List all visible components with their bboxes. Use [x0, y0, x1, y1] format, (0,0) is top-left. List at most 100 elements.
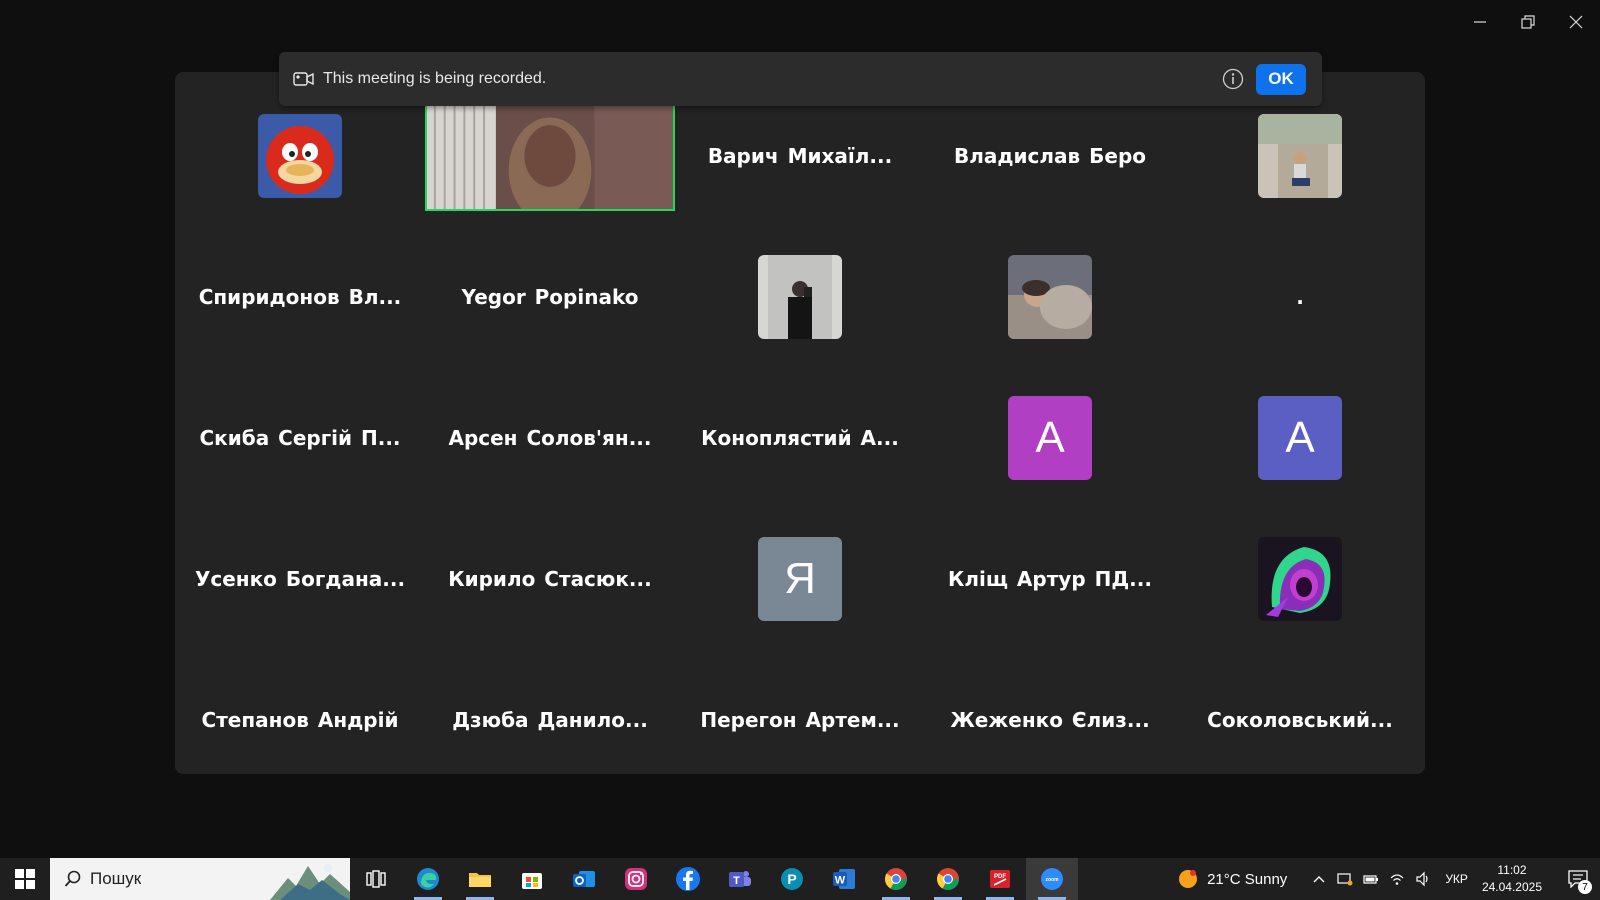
svg-text:P: P [787, 871, 796, 887]
clock-time: 11:02 [1497, 863, 1527, 877]
participant-name: Перегон Артем... [700, 708, 900, 732]
minimize-icon [1474, 21, 1486, 23]
recording-camera-icon [293, 71, 315, 87]
word-button[interactable]: W [818, 858, 870, 900]
edge-button[interactable] [402, 858, 454, 900]
participant-tile[interactable]: Кліщ Артур ПД... [925, 522, 1175, 636]
teams-button[interactable]: T [714, 858, 766, 900]
restore-icon [1521, 15, 1535, 29]
start-button[interactable] [0, 858, 50, 900]
avatar [758, 255, 842, 339]
close-icon [1569, 15, 1583, 29]
participant-tile[interactable]: Жеженко Єлиз... [925, 663, 1175, 777]
teams-icon: T [729, 871, 751, 887]
store-button[interactable] [506, 858, 558, 900]
video-feed [425, 101, 675, 211]
participant-tile[interactable]: . [1175, 240, 1425, 354]
chrome-icon [885, 868, 907, 890]
participant-tile[interactable]: Дзюба Данило... [425, 663, 675, 777]
windows-logo-icon [15, 869, 35, 889]
chrome-button[interactable] [870, 858, 922, 900]
participant-tile[interactable]: Я [675, 522, 925, 636]
participant-tile[interactable]: Степанов Андрій [175, 663, 425, 777]
chrome-button-2[interactable] [922, 858, 974, 900]
participant-name: Скиба Сергій П... [199, 426, 401, 450]
participant-name: Варич Михаїл... [707, 144, 893, 168]
clock-date: 24.04.2025 [1481, 880, 1542, 894]
participant-name: . [1296, 285, 1304, 309]
file-explorer-button[interactable] [454, 858, 506, 900]
weather-text: 21°C Sunny [1207, 870, 1288, 888]
pdf-editor-button[interactable]: PDF [974, 858, 1026, 900]
ok-button[interactable]: OK [1256, 63, 1306, 95]
language-indicator[interactable]: УКР [1445, 872, 1468, 886]
participant-tile[interactable]: Кирило Стасюк... [425, 522, 675, 636]
task-view-button[interactable] [350, 858, 402, 900]
zoom-button[interactable]: zoom [1026, 858, 1078, 900]
chevron-up-icon[interactable] [1311, 871, 1327, 887]
participant-tile[interactable] [1175, 99, 1425, 213]
participant-tile[interactable]: Варич Михаїл... [675, 99, 925, 213]
participant-tile[interactable]: A [1175, 381, 1425, 495]
windows-taskbar: Пошук T P W PDF zoom 21°C Sunny УКР 11:0… [0, 858, 1600, 900]
display-icon[interactable] [1337, 871, 1353, 887]
participant-name: Усенко Богдана... [194, 567, 406, 591]
svg-text:zoom: zoom [1045, 877, 1059, 883]
outlook-button[interactable] [558, 858, 610, 900]
instagram-icon [625, 868, 647, 890]
battery-icon[interactable] [1363, 871, 1379, 887]
restore-button[interactable] [1504, 0, 1552, 44]
outlook-icon [573, 871, 595, 887]
participant-name: Кирило Стасюк... [448, 567, 652, 591]
pearson-button[interactable]: P [766, 858, 818, 900]
participant-name: Степанов Андрій [201, 708, 399, 732]
taskbar-search[interactable]: Пошук [50, 858, 350, 900]
participant-tile[interactable]: Владислав Беро [925, 99, 1175, 213]
taskbar-apps: T P W PDF zoom [350, 858, 1078, 900]
participant-tile[interactable]: Усенко Богдана... [175, 522, 425, 636]
participant-tile[interactable]: Арсен Солов'ян... [425, 381, 675, 495]
avatar [258, 114, 342, 198]
participant-tile[interactable]: Yegor Popinako [425, 240, 675, 354]
participant-tile[interactable] [925, 240, 1175, 354]
wifi-icon[interactable] [1389, 871, 1405, 887]
participant-tile[interactable]: Коноплястий А... [675, 381, 925, 495]
search-placeholder: Пошук [90, 869, 142, 888]
notification-center-button[interactable]: 7 [1556, 858, 1600, 900]
notification-badge: 7 [1578, 880, 1592, 894]
store-icon [522, 873, 542, 889]
participant-name: Yegor Popinako [461, 285, 639, 309]
recording-banner: This meeting is being recorded. OK [279, 52, 1322, 106]
participant-name: Спиридонов Вл... [198, 285, 402, 309]
participant-name: Дзюба Данило... [452, 708, 648, 732]
gallery-view: Варич Михаїл... Владислав Беро Спиридоно… [175, 72, 1425, 774]
participant-tile[interactable]: Соколовський... [1175, 663, 1425, 777]
participant-tile[interactable]: A [925, 381, 1175, 495]
volume-icon[interactable] [1415, 871, 1431, 887]
avatar [1258, 537, 1342, 621]
edge-icon [417, 868, 439, 890]
system-tray: 21°C Sunny УКР 11:02 24.04.2025 7 [1177, 858, 1600, 900]
participant-tile[interactable]: Скиба Сергій П... [175, 381, 425, 495]
tray-icons [1311, 871, 1431, 887]
participant-name: Владислав Беро [953, 144, 1147, 168]
weather-widget[interactable]: 21°C Sunny [1177, 868, 1287, 890]
facebook-icon [676, 867, 700, 891]
zoom-meeting-window: Варич Михаїл... Владислав Беро Спиридоно… [0, 0, 1600, 900]
participant-tile[interactable]: Перегон Артем... [675, 663, 925, 777]
info-icon[interactable] [1222, 68, 1244, 90]
minimize-button[interactable] [1456, 0, 1504, 44]
participant-tile-active-speaker[interactable] [425, 99, 675, 213]
participant-tile[interactable] [675, 240, 925, 354]
instagram-button[interactable] [610, 858, 662, 900]
word-icon: W [833, 869, 855, 889]
participant-tile[interactable] [1175, 522, 1425, 636]
facebook-button[interactable] [662, 858, 714, 900]
file-explorer-icon [469, 873, 491, 887]
participant-name: Кліщ Артур ПД... [948, 567, 1152, 591]
participant-tile[interactable] [175, 99, 425, 213]
participant-tile[interactable]: Спиридонов Вл... [175, 240, 425, 354]
clock[interactable]: 11:02 24.04.2025 [1482, 862, 1542, 896]
close-button[interactable] [1552, 0, 1600, 44]
pearson-icon: P [781, 868, 803, 890]
